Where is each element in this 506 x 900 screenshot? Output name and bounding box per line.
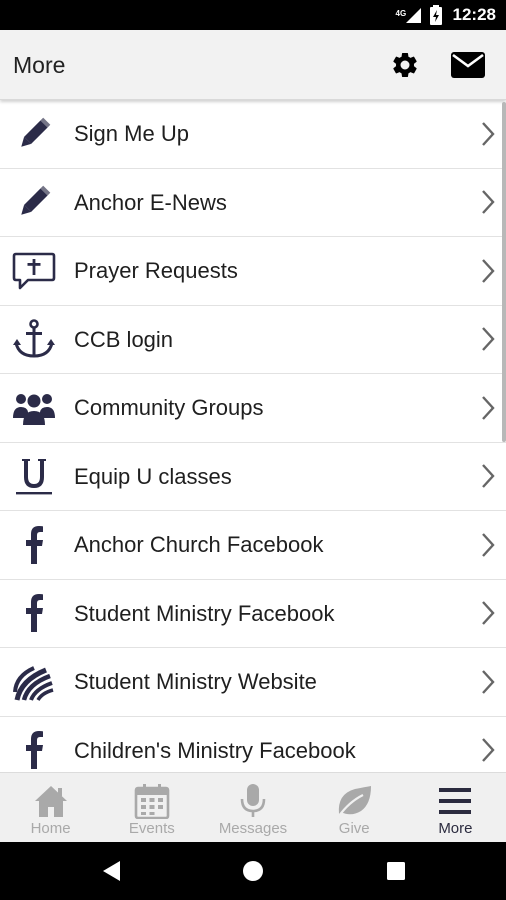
menu-item-anchor-church-facebook[interactable]: Anchor Church Facebook (0, 511, 506, 580)
recents-square-icon (387, 862, 405, 880)
menu-item-anchor-e-news[interactable]: Anchor E-News (0, 169, 506, 237)
tab-label: More (438, 820, 473, 837)
tab-label: Home (30, 820, 71, 837)
home-circle-icon (243, 861, 263, 881)
menu-item-label: Prayer Requests (74, 258, 238, 283)
hamburger-menu-icon (435, 783, 475, 819)
tab-label: Give (338, 820, 370, 837)
menu-item-label: Student Ministry Website (74, 669, 317, 694)
network-type-label: 4G (395, 9, 407, 18)
facebook-icon (12, 525, 56, 565)
anchor-icon (12, 319, 56, 359)
chevron-right-icon (482, 121, 495, 146)
menu-item-community-groups[interactable]: Community Groups (0, 374, 506, 443)
chevron-right-icon (482, 738, 495, 763)
chevron-right-icon (482, 669, 495, 694)
settings-button[interactable] (387, 47, 423, 83)
pencil-icon (12, 114, 56, 154)
facebook-icon (12, 593, 56, 633)
status-bar: 4G 12:28 (0, 0, 506, 30)
tab-events[interactable]: Events (101, 773, 202, 843)
back-triangle-icon (103, 861, 120, 881)
microphone-icon (233, 783, 273, 819)
menu-item-student-ministry-facebook[interactable]: Student Ministry Facebook (0, 580, 506, 648)
prayer-speech-cross-icon (12, 251, 56, 291)
bottom-tab-bar: Home Events Messages Give More (0, 772, 506, 842)
gear-icon (393, 52, 417, 77)
menu-item-sign-me-up[interactable]: Sign Me Up (0, 100, 506, 169)
tab-more[interactable]: More (405, 773, 506, 843)
page-title: More (13, 52, 66, 78)
menu-item-label: Sign Me Up (74, 121, 189, 146)
mail-button[interactable] (450, 47, 486, 83)
chevron-right-icon (482, 532, 495, 557)
pencil-icon (12, 182, 56, 222)
list-scrollbar[interactable] (502, 102, 506, 442)
status-time: 12:28 (452, 5, 496, 24)
tab-label: Messages (218, 820, 288, 837)
menu-item-student-ministry-website[interactable]: Student Ministry Website (0, 648, 506, 717)
chevron-right-icon (482, 258, 495, 283)
menu-item-label: Community Groups (74, 395, 264, 420)
menu-item-ccb-login[interactable]: CCB login (0, 306, 506, 374)
group-icon (12, 388, 56, 428)
menu-item-label: Anchor Church Facebook (74, 532, 324, 557)
chevron-right-icon (482, 464, 495, 489)
tab-give[interactable]: Give (304, 773, 405, 843)
calendar-icon (132, 783, 172, 819)
tab-home[interactable]: Home (0, 773, 101, 843)
u-logo-icon (12, 456, 56, 496)
chevron-right-icon (482, 190, 495, 215)
tab-label: Events (128, 820, 175, 837)
menu-item-label: Children's Ministry Facebook (74, 737, 356, 763)
menu-item-prayer-requests[interactable]: Prayer Requests (0, 237, 506, 306)
menu-item-label: Anchor E-News (74, 189, 227, 215)
app-header: More (0, 30, 506, 100)
recents-button[interactable] (381, 856, 411, 886)
home-nav-button[interactable] (238, 856, 268, 886)
home-icon (31, 783, 71, 819)
menu-item-equip-u-classes[interactable]: Equip U classes (0, 443, 506, 511)
student-ministry-logo-icon (12, 662, 56, 702)
leaf-icon (334, 783, 374, 819)
menu-item-label: Equip U classes (74, 463, 232, 489)
signal-icon: 4G (396, 6, 423, 24)
system-navigation-bar (0, 842, 506, 900)
battery-icon (429, 5, 443, 25)
chevron-right-icon (482, 327, 495, 352)
envelope-icon (451, 52, 485, 78)
tab-messages[interactable]: Messages (202, 773, 303, 843)
menu-item-label: Student Ministry Facebook (74, 600, 335, 626)
menu-item-childrens-ministry-facebook[interactable]: Children's Ministry Facebook (0, 717, 506, 773)
back-button[interactable] (96, 856, 126, 886)
facebook-icon (12, 730, 56, 770)
chevron-right-icon (482, 601, 495, 626)
menu-item-label: CCB login (74, 326, 174, 352)
chevron-right-icon (482, 395, 495, 420)
more-menu-list: Sign Me Up Anchor E-News Prayer Requests… (0, 100, 506, 772)
